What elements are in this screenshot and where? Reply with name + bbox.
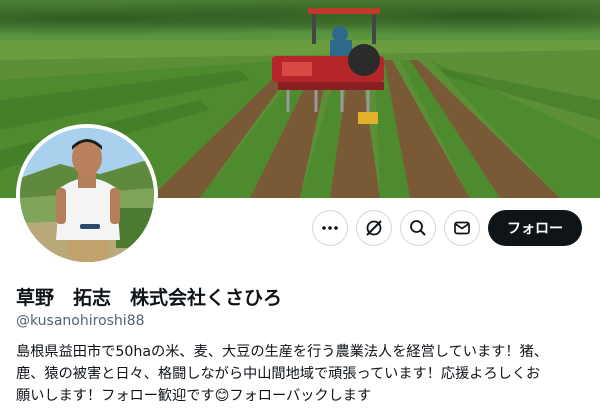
profile-bio: 島根県益田市で50haの米、麦、大豆の生産を行う農業法人を経営しています！猪、 … [16, 344, 548, 404]
more-button[interactable] [312, 210, 348, 246]
profile-handle: @kusanohiroshi88 [16, 313, 145, 329]
search-button[interactable] [400, 210, 436, 246]
grok-icon [366, 220, 382, 236]
tractor-image [272, 8, 384, 124]
message-button[interactable] [444, 210, 480, 246]
grok-button[interactable] [356, 210, 392, 246]
profile-name: 草野 拓志 株式会社くさひろ [16, 287, 283, 309]
profile-avatar[interactable] [16, 124, 158, 266]
search-icon [410, 220, 426, 236]
mail-icon [454, 221, 470, 235]
profile-actions: フォロー [312, 210, 582, 246]
more-icon [322, 226, 338, 230]
follow-button[interactable]: フォロー [488, 210, 582, 246]
